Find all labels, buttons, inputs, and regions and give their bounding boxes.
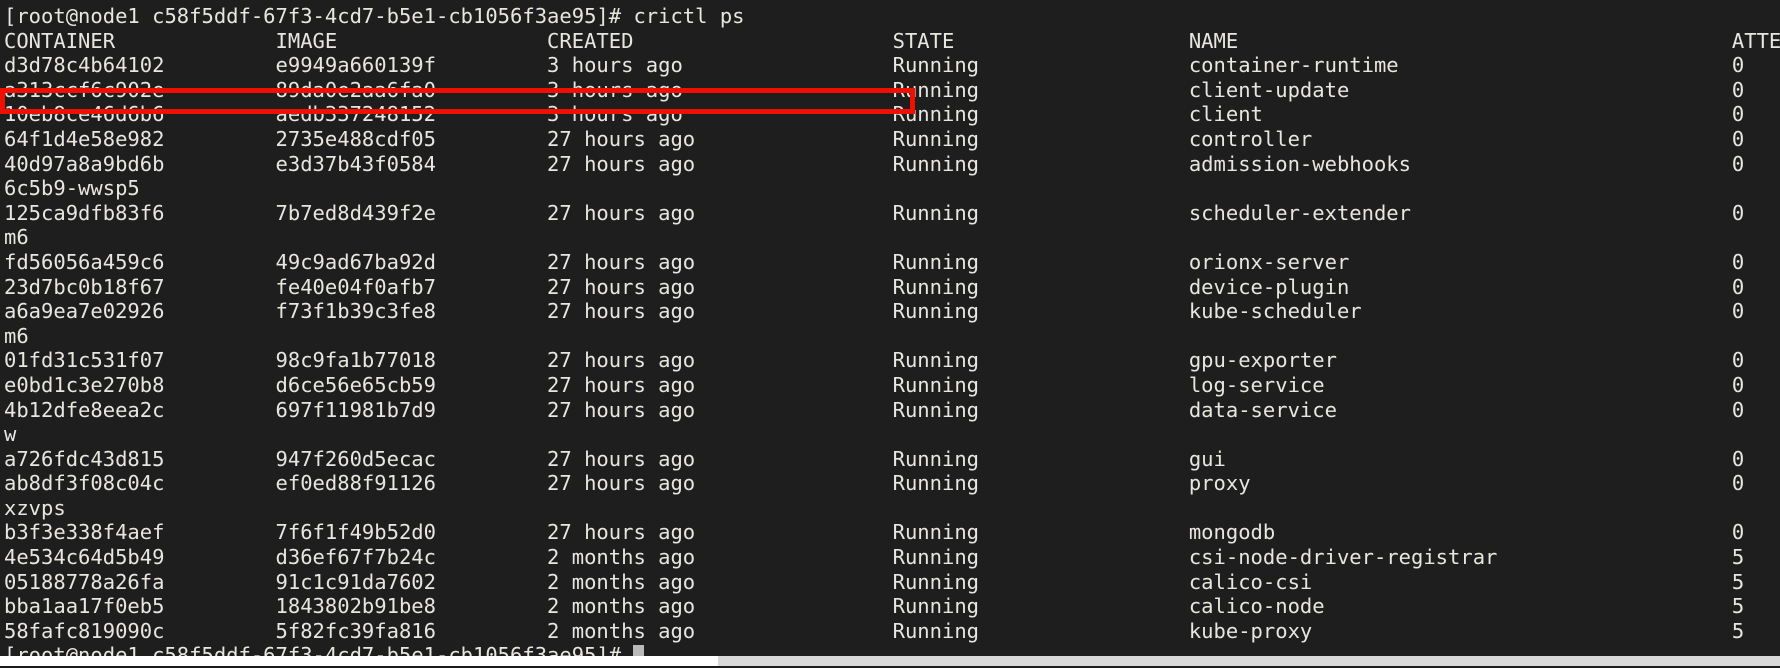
table-row: d3d78c4b64102 e9949a660139f 3 hours ago … xyxy=(4,53,1745,78)
table-row: a6a9ea7e02926 f73f1b39c3fe8 27 hours ago… xyxy=(4,299,1745,324)
command-prompt-line: [root@node1 c58f5ddf-67f3-4cd7-b5e1-cb10… xyxy=(4,4,745,28)
table-row-wrap: m6 xyxy=(4,225,29,250)
table-row-wrap: m6 xyxy=(4,323,29,348)
terminal-output: [root@node1 c58f5ddf-67f3-4cd7-b5e1-cb10… xyxy=(4,4,1780,668)
table-row: 58fafc819090c 5f82fc39fa816 2 months ago… xyxy=(4,618,1745,643)
table-row: 10eb8ce46d6b6 aedb337248152 3 hours ago … xyxy=(4,102,1745,127)
table-row: 40d97a8a9bd6b e3d37b43f0584 27 hours ago… xyxy=(4,151,1745,176)
table-row: 64f1d4e58e982 2735e488cdf05 27 hours ago… xyxy=(4,126,1745,151)
table-header-row: CONTAINER IMAGE CREATED STATE NAME ATTEM… xyxy=(4,28,1780,53)
table-row: e0bd1c3e270b8 d6ce56e65cb59 27 hours ago… xyxy=(4,372,1745,397)
table-row: b3f3e338f4aef 7f6f1f49b52d0 27 hours ago… xyxy=(4,520,1745,545)
table-row-wrap: w xyxy=(4,422,17,447)
table-row-wrap: 6c5b9-wwsp5 xyxy=(4,176,140,201)
table-row: 125ca9dfb83f6 7b7ed8d439f2e 27 hours ago… xyxy=(4,200,1745,225)
table-row: bba1aa17f0eb5 1843802b91be8 2 months ago… xyxy=(4,594,1745,619)
table-row: 4e534c64d5b49 d36ef67f7b24c 2 months ago… xyxy=(4,545,1745,570)
table-row: fd56056a459c6 49c9ad67ba92d 27 hours ago… xyxy=(4,249,1745,274)
table-row: 05188778a26fa 91c1c91da7602 2 months ago… xyxy=(4,569,1745,594)
window-bottom-strip-left xyxy=(0,656,718,666)
table-row: a313ccf6c902e 89da0e2aa6fa0 3 hours ago … xyxy=(4,77,1745,102)
table-row: 4b12dfe8eea2c 697f11981b7d9 27 hours ago… xyxy=(4,397,1745,422)
table-row: a726fdc43d815 947f260d5ecac 27 hours ago… xyxy=(4,446,1745,471)
terminal-window[interactable]: [root@node1 c58f5ddf-67f3-4cd7-b5e1-cb10… xyxy=(0,0,1780,668)
table-row-wrap: xzvps xyxy=(4,495,66,520)
table-row: 01fd31c531f07 98c9fa1b77018 27 hours ago… xyxy=(4,348,1745,373)
table-row: 23d7bc0b18f67 fe40e04f0afb7 27 hours ago… xyxy=(4,274,1745,299)
table-row: ab8df3f08c04c ef0ed88f91126 27 hours ago… xyxy=(4,471,1745,496)
